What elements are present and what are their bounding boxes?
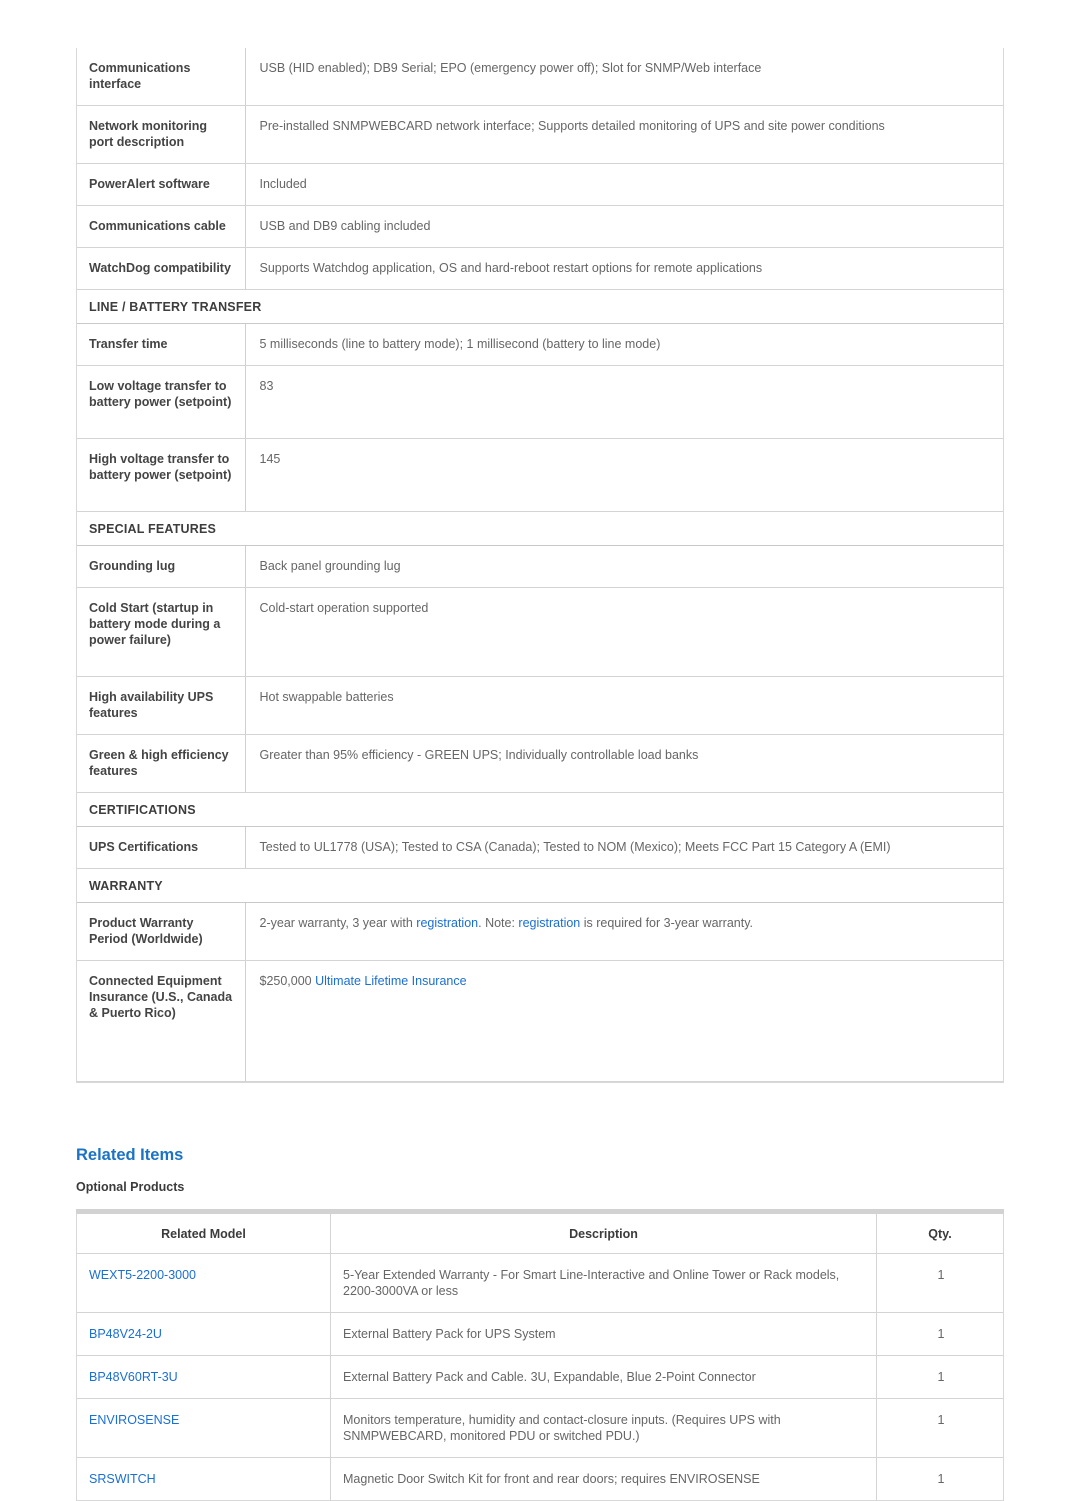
related-model-link[interactable]: ENVIROSENSE — [89, 1413, 179, 1427]
spec-row-value: USB and DB9 cabling included — [244, 205, 1003, 248]
spec-section-header: WARRANTY — [77, 868, 1003, 903]
spec-row-label: Low voltage transfer to battery power (s… — [77, 365, 246, 439]
inline-link[interactable]: Ultimate Lifetime Insurance — [315, 974, 466, 988]
spec-section-header: LINE / BATTERY TRANSFER — [77, 289, 1003, 324]
spec-row: Grounding lug Back panel grounding lug — [77, 545, 1003, 588]
spec-value-text: $250,000 — [259, 974, 316, 988]
related-qty-cell: 1 — [876, 1253, 1003, 1313]
spec-row: Communications cable USB and DB9 cabling … — [77, 205, 1003, 248]
spec-row: WatchDog compatibility Supports Watchdog … — [77, 247, 1003, 290]
related-model-cell: SRSWITCH — [77, 1457, 331, 1500]
table-row: WEXT5-2200-3000 5-Year Extended Warranty … — [77, 1253, 1003, 1313]
spec-row-label: Transfer time — [77, 323, 246, 366]
spec-row-label: Cold Start (startup in battery mode duri… — [77, 587, 246, 677]
column-header-qty: Qty. — [876, 1214, 1003, 1254]
table-row: ENVIROSENSE Monitors temperature, humidit… — [77, 1398, 1003, 1458]
spec-value-text: . Note: — [478, 916, 519, 930]
spec-row-label: Green & high efficiency features — [77, 734, 246, 793]
spec-section-header-label: SPECIAL FEATURES — [77, 511, 1003, 546]
related-model-link[interactable]: SRSWITCH — [89, 1472, 156, 1486]
spec-row: UPS Certifications Tested to UL1778 (USA)… — [77, 826, 1003, 869]
spec-row-label: WatchDog compatibility — [77, 247, 246, 290]
related-qty-cell: 1 — [876, 1312, 1003, 1356]
spec-row-label: Connected Equipment Insurance (U.S., Can… — [77, 960, 246, 1082]
spec-row-label: Communications interface — [77, 48, 246, 106]
spec-row-value: Pre-installed SNMPWEBCARD network interf… — [244, 105, 1003, 164]
product-spec-page: Communications interface USB (HID enabled… — [0, 0, 1080, 1501]
inline-link[interactable]: registration — [518, 916, 580, 930]
specifications-section: Communications interface USB (HID enabled… — [76, 0, 1004, 1083]
spec-section-header: CERTIFICATIONS — [77, 792, 1003, 827]
column-header-description: Description — [330, 1214, 877, 1254]
related-qty-cell: 1 — [876, 1355, 1003, 1399]
table-row: BP48V24-2U External Battery Pack for UPS … — [77, 1312, 1003, 1356]
table-row: BP48V60RT-3U External Battery Pack and Ca… — [77, 1355, 1003, 1399]
spec-row: High voltage transfer to battery power (… — [77, 438, 1003, 512]
spec-value-text: 2-year warranty, 3 year with — [259, 916, 417, 930]
inline-link[interactable]: registration — [416, 916, 478, 930]
spec-row-value: 5 milliseconds (line to battery mode); 1… — [244, 323, 1003, 366]
spec-row: PowerAlert software Included — [77, 163, 1003, 206]
spec-row-value: USB (HID enabled); DB9 Serial; EPO (emer… — [244, 48, 1003, 106]
specifications-table-container: Communications interface USB (HID enabled… — [76, 48, 1004, 1083]
spec-row-value: Included — [244, 163, 1003, 206]
spec-section-header-label: LINE / BATTERY TRANSFER — [77, 289, 1003, 324]
related-description-cell: External Battery Pack and Cable. 3U, Exp… — [330, 1355, 877, 1399]
spec-value-text: is required for 3-year warranty. — [580, 916, 754, 930]
spec-row-value: Tested to UL1778 (USA); Tested to CSA (C… — [244, 826, 1003, 869]
spec-row-label: UPS Certifications — [77, 826, 246, 869]
related-model-cell: WEXT5-2200-3000 — [77, 1253, 331, 1313]
related-model-link[interactable]: WEXT5-2200-3000 — [89, 1268, 196, 1282]
related-table-header-row: Related Model Description Qty. — [77, 1214, 1003, 1254]
related-items-table-container: Related Model Description Qty. WEXT5-220… — [76, 1214, 1004, 1501]
specifications-table: Communications interface USB (HID enabled… — [77, 48, 1003, 1082]
spec-section-header: SPECIAL FEATURES — [77, 511, 1003, 546]
spec-row-label: Product Warranty Period (Worldwide) — [77, 902, 246, 961]
spec-row-value: Cold-start operation supported — [244, 587, 1003, 677]
related-model-cell: ENVIROSENSE — [77, 1398, 331, 1458]
spec-section-header-label: WARRANTY — [77, 868, 1003, 903]
related-description-cell: Magnetic Door Switch Kit for front and r… — [330, 1457, 877, 1500]
spec-row-value: 83 — [244, 365, 1003, 439]
spec-row-label: Communications cable — [77, 205, 246, 248]
spec-row: Transfer time 5 milliseconds (line to bat… — [77, 323, 1003, 366]
table-row: SRSWITCH Magnetic Door Switch Kit for fro… — [77, 1457, 1003, 1500]
column-header-related-model: Related Model — [77, 1214, 331, 1254]
spec-row-value: Hot swappable batteries — [244, 676, 1003, 735]
related-description-cell: External Battery Pack for UPS System — [330, 1312, 877, 1356]
spec-row-label: High availability UPS features — [77, 676, 246, 735]
spec-row-value: $250,000 Ultimate Lifetime Insurance — [244, 960, 1003, 1082]
related-description-cell: 5-Year Extended Warranty - For Smart Lin… — [330, 1253, 877, 1313]
spec-row: Low voltage transfer to battery power (s… — [77, 365, 1003, 439]
related-model-link[interactable]: BP48V24-2U — [89, 1327, 162, 1341]
spec-row: Green & high efficiency features Greater … — [77, 734, 1003, 793]
related-qty-cell: 1 — [876, 1398, 1003, 1458]
spec-row-value: Greater than 95% efficiency - GREEN UPS;… — [244, 734, 1003, 793]
spec-row-label: Network monitoring port description — [77, 105, 246, 164]
spec-row-label: High voltage transfer to battery power (… — [77, 438, 246, 512]
spec-row-label: PowerAlert software — [77, 163, 246, 206]
related-items-section: Related Items Optional Products Related … — [76, 1083, 1004, 1501]
related-model-cell: BP48V24-2U — [77, 1312, 331, 1356]
related-items-table: Related Model Description Qty. WEXT5-220… — [77, 1214, 1003, 1500]
related-model-link[interactable]: BP48V60RT-3U — [89, 1370, 178, 1384]
spec-row: Connected Equipment Insurance (U.S., Can… — [77, 960, 1003, 1082]
spec-row: Cold Start (startup in battery mode duri… — [77, 587, 1003, 677]
spec-row: Communications interface USB (HID enabled… — [77, 48, 1003, 106]
spec-row-value: Supports Watchdog application, OS and ha… — [244, 247, 1003, 290]
spec-row-value: 145 — [244, 438, 1003, 512]
spec-row-value: 2-year warranty, 3 year with registratio… — [244, 902, 1003, 961]
spec-row-value: Back panel grounding lug — [244, 545, 1003, 588]
spec-row: Network monitoring port description Pre-i… — [77, 105, 1003, 164]
spec-row: Product Warranty Period (Worldwide) 2-yea… — [77, 902, 1003, 961]
related-items-heading: Related Items — [76, 1146, 184, 1164]
spec-row-label: Grounding lug — [77, 545, 246, 588]
spec-section-header-label: CERTIFICATIONS — [77, 792, 1003, 827]
optional-products-subheading: Optional Products — [76, 1180, 185, 1194]
related-model-cell: BP48V60RT-3U — [77, 1355, 331, 1399]
related-qty-cell: 1 — [937, 1472, 945, 1486]
spec-row: High availability UPS features Hot swappa… — [77, 676, 1003, 735]
related-description-cell: Monitors temperature, humidity and conta… — [330, 1398, 877, 1458]
